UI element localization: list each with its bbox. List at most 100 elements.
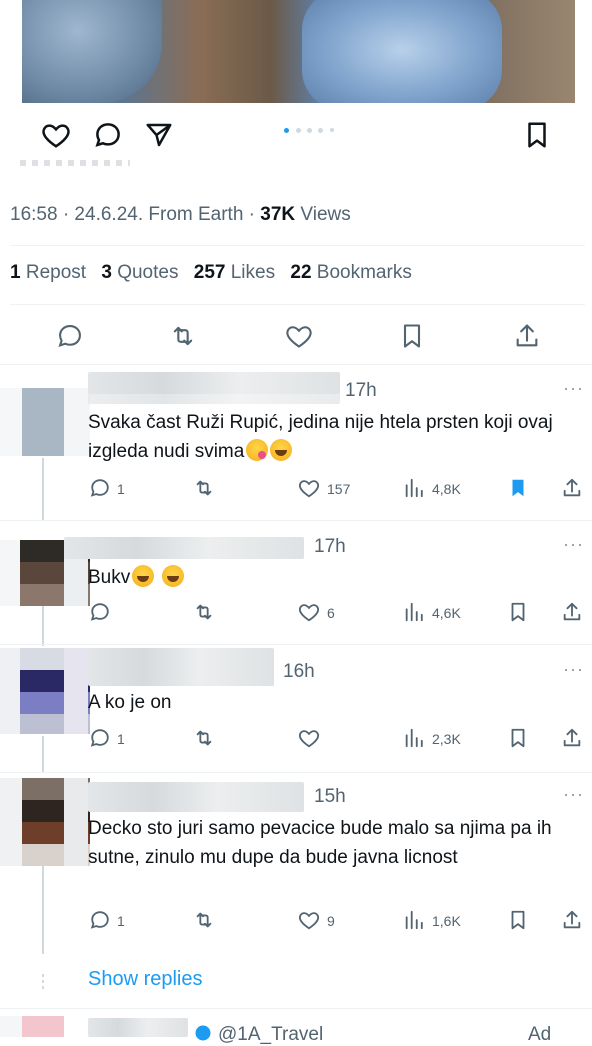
- reply-author-name[interactable]: [88, 782, 304, 812]
- reply-text: Decko sto juri samo pevacice bude malo s…: [88, 818, 552, 868]
- winking-face-emoji-icon: [246, 439, 269, 461]
- retweet-icon[interactable]: [192, 601, 216, 623]
- reply-time[interactable]: 17h: [345, 380, 377, 402]
- views-count: 4,6K: [432, 605, 461, 621]
- bookmark-icon[interactable]: [507, 726, 529, 750]
- ad-handle[interactable]: @1A_Travel: [218, 1024, 323, 1046]
- ad-label: Ad: [528, 1024, 552, 1045]
- views-icon[interactable]: [403, 909, 425, 931]
- views-icon[interactable]: [403, 477, 425, 499]
- post-media-image[interactable]: [22, 0, 575, 103]
- reply-icon[interactable]: [89, 909, 111, 931]
- divider: [10, 245, 585, 246]
- laughing-face-emoji-icon: [162, 565, 185, 587]
- bookmark-icon[interactable]: [398, 322, 426, 350]
- upload-icon[interactable]: [561, 476, 583, 500]
- carousel-dot: [296, 128, 301, 133]
- views-count: 1,6K: [432, 913, 461, 929]
- more-options-icon[interactable]: ···: [563, 784, 584, 805]
- reposts-link[interactable]: 1 Repost: [10, 262, 86, 283]
- carousel-dot: [330, 128, 334, 132]
- like-icon[interactable]: [285, 322, 313, 350]
- thread-dots: [42, 974, 44, 990]
- carousel-dot: [307, 128, 312, 133]
- bookmark-filled-icon[interactable]: [507, 476, 529, 500]
- reply-icon[interactable]: [56, 322, 84, 350]
- views-count: 4,8K: [432, 481, 461, 497]
- more-options-icon[interactable]: ···: [563, 534, 584, 555]
- reply-time[interactable]: 15h: [314, 786, 346, 808]
- divider: [0, 520, 592, 521]
- like-icon[interactable]: [298, 477, 320, 499]
- post-timestamp: 16:58 · 24.6.24. From Earth ·: [10, 204, 261, 225]
- like-icon[interactable]: [298, 727, 320, 749]
- retweet-icon[interactable]: [192, 909, 216, 931]
- send-icon[interactable]: [143, 120, 175, 150]
- like-icon[interactable]: [298, 601, 320, 623]
- retweet-icon[interactable]: [192, 477, 216, 499]
- like-count: 157: [327, 481, 351, 497]
- views-count: 2,3K: [432, 731, 461, 747]
- reply-text: Bukv: [88, 563, 588, 592]
- thread-line: [42, 458, 44, 520]
- reply-text: A ko je on: [88, 692, 172, 713]
- thread-line: [42, 736, 44, 772]
- reply-author-handle[interactable]: [88, 388, 340, 404]
- upload-icon[interactable]: [561, 726, 583, 750]
- views-icon[interactable]: [403, 601, 425, 623]
- ad-author-name[interactable]: [88, 1018, 188, 1037]
- reply-time[interactable]: 16h: [283, 661, 315, 683]
- bookmark-icon[interactable]: [522, 120, 552, 150]
- reply-text: Svaka čast Ruži Rupić, jedina nije htela…: [88, 412, 553, 462]
- bookmark-icon[interactable]: [507, 908, 529, 932]
- carousel-dot: [318, 128, 323, 133]
- divider: [0, 772, 592, 773]
- reply-icon[interactable]: [89, 477, 111, 499]
- avatar[interactable]: [0, 778, 90, 866]
- reply-author-name[interactable]: [64, 537, 304, 559]
- show-replies-link[interactable]: Show replies: [88, 968, 203, 991]
- avatar[interactable]: [0, 388, 90, 456]
- reply-author-name[interactable]: [88, 648, 274, 686]
- avatar[interactable]: [0, 1016, 64, 1037]
- reply-count: 1: [117, 481, 125, 497]
- more-options-icon[interactable]: ···: [563, 659, 584, 680]
- avatar[interactable]: [0, 648, 90, 734]
- reply-time[interactable]: 17h: [314, 536, 346, 558]
- verified-badge-icon: [195, 1025, 211, 1041]
- post-meta: 16:58 · 24.6.24. From Earth · 37K Views: [10, 204, 351, 226]
- views-count: 37K: [260, 204, 296, 225]
- like-count: 9: [327, 913, 335, 929]
- reply-count: 1: [117, 913, 125, 929]
- upload-icon[interactable]: [561, 600, 583, 624]
- comment-icon[interactable]: [92, 120, 124, 150]
- views-label: Views: [295, 204, 351, 225]
- thread-line: [42, 866, 44, 954]
- laughing-face-emoji-icon: [270, 439, 293, 461]
- share-icon[interactable]: [513, 322, 541, 350]
- bookmarks-link[interactable]: 22 Bookmarks: [290, 262, 411, 283]
- divider: [0, 1008, 592, 1009]
- quotes-link[interactable]: 3 Quotes: [101, 262, 178, 283]
- divider: [0, 644, 592, 645]
- divider: [0, 364, 592, 365]
- reply-icon[interactable]: [89, 727, 111, 749]
- bookmark-icon[interactable]: [507, 600, 529, 624]
- laughing-face-emoji-icon: [132, 565, 155, 587]
- retweet-icon[interactable]: [169, 322, 197, 350]
- likes-link[interactable]: 257 Likes: [194, 262, 275, 283]
- retweet-icon[interactable]: [192, 727, 216, 749]
- upload-icon[interactable]: [561, 908, 583, 932]
- carousel-dot-active: [284, 128, 289, 133]
- views-icon[interactable]: [403, 727, 425, 749]
- reply-icon[interactable]: [89, 601, 111, 623]
- like-count: 6: [327, 605, 335, 621]
- thread-line: [42, 606, 44, 646]
- divider: [10, 304, 585, 305]
- more-options-icon[interactable]: ···: [563, 378, 584, 399]
- like-icon[interactable]: [298, 909, 320, 931]
- reply-count: 1: [117, 731, 125, 747]
- heart-icon[interactable]: [40, 120, 72, 150]
- caption-remnant: [20, 160, 130, 166]
- post-stats: 1 Repost 3 Quotes 257 Likes 22 Bookmarks: [10, 262, 422, 284]
